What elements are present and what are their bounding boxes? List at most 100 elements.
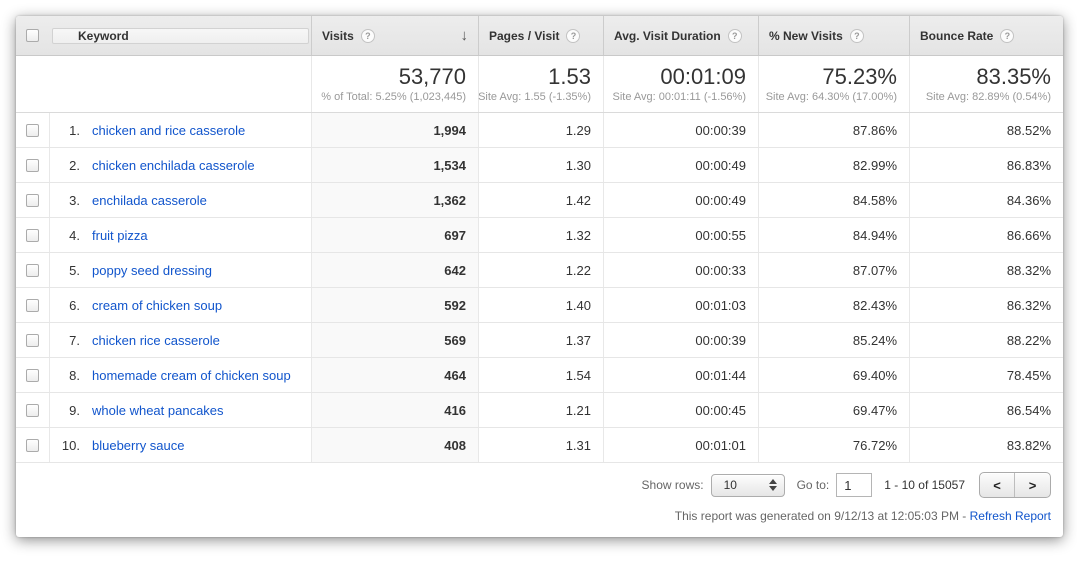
keyword-header-cell: Keyword xyxy=(49,16,311,55)
show-rows-select[interactable]: 10 xyxy=(711,474,785,497)
avg-visit-duration-cell: 00:00:45 xyxy=(603,393,758,427)
goto-page-input[interactable] xyxy=(836,473,872,497)
summary-keyword-cell xyxy=(49,56,311,112)
bounce-rate-cell: 88.32% xyxy=(909,253,1063,287)
row-checkbox[interactable] xyxy=(26,439,39,452)
show-rows-label: Show rows: xyxy=(642,478,704,492)
row-checkbox[interactable] xyxy=(26,194,39,207)
visits-cell: 569 xyxy=(311,323,478,357)
table-row: 2. chicken enchilada casserole 1,534 1.3… xyxy=(16,148,1063,183)
keyword-link[interactable]: whole wheat pancakes xyxy=(92,403,224,418)
help-icon[interactable]: ? xyxy=(728,29,742,43)
keyword-cell: 8. homemade cream of chicken soup xyxy=(49,358,311,392)
new-visits-cell: 82.43% xyxy=(758,288,909,322)
avg-visit-duration-cell: 00:00:49 xyxy=(603,148,758,182)
row-checkbox-cell xyxy=(16,113,49,147)
table-header-row: Keyword Visits ? ↓ Pages / Visit ? Avg. … xyxy=(16,16,1063,56)
help-icon[interactable]: ? xyxy=(1000,29,1014,43)
row-checkbox[interactable] xyxy=(26,334,39,347)
bounce-rate-cell: 88.52% xyxy=(909,113,1063,147)
report-generated-text: This report was generated on 9/12/13 at … xyxy=(675,509,967,523)
refresh-report-link[interactable]: Refresh Report xyxy=(970,509,1051,523)
new-visits-cell: 76.72% xyxy=(758,428,909,462)
keyword-link[interactable]: fruit pizza xyxy=(92,228,148,243)
new-visits-cell: 87.07% xyxy=(758,253,909,287)
help-icon[interactable]: ? xyxy=(566,29,580,43)
row-checkbox-cell xyxy=(16,323,49,357)
visits-cell: 1,362 xyxy=(311,183,478,217)
table-row: 1. chicken and rice casserole 1,994 1.29… xyxy=(16,113,1063,148)
avg-visit-duration-cell: 00:00:39 xyxy=(603,323,758,357)
keyword-link[interactable]: cream of chicken soup xyxy=(92,298,222,313)
table-row: 10. blueberry sauce 408 1.31 00:01:01 76… xyxy=(16,428,1063,463)
previous-page-button[interactable]: < xyxy=(980,473,1015,497)
row-checkbox[interactable] xyxy=(26,299,39,312)
row-checkbox[interactable] xyxy=(26,369,39,382)
bounce-rate-cell: 86.66% xyxy=(909,218,1063,252)
keyword-link[interactable]: enchilada casserole xyxy=(92,193,207,208)
chevron-up-down-icon xyxy=(769,479,777,491)
keyword-cell: 10. blueberry sauce xyxy=(49,428,311,462)
bounce-rate-cell: 78.45% xyxy=(909,358,1063,392)
next-page-button[interactable]: > xyxy=(1015,473,1050,497)
help-icon[interactable]: ? xyxy=(850,29,864,43)
row-index: 7. xyxy=(50,333,80,348)
keyword-link[interactable]: homemade cream of chicken soup xyxy=(92,368,291,383)
row-index: 6. xyxy=(50,298,80,313)
avg-visit-duration-cell: 00:01:01 xyxy=(603,428,758,462)
visits-header-label: Visits xyxy=(322,29,354,43)
row-index: 8. xyxy=(50,368,80,383)
summary-visits-cell: 53,770 % of Total: 5.25% (1,023,445) xyxy=(311,56,478,112)
bounce-rate-cell: 84.36% xyxy=(909,183,1063,217)
pages-header-label: Pages / Visit xyxy=(489,29,559,43)
summary-pages-subtext: Site Avg: 1.55 (-1.35%) xyxy=(478,91,591,103)
new-visits-header-label: % New Visits xyxy=(769,29,843,43)
keyword-link[interactable]: blueberry sauce xyxy=(92,438,185,453)
row-index: 1. xyxy=(50,123,80,138)
keyword-link[interactable]: chicken enchilada casserole xyxy=(92,158,255,173)
row-checkbox[interactable] xyxy=(26,404,39,417)
column-header-new-visits[interactable]: % New Visits ? xyxy=(758,16,909,55)
pages-per-visit-cell: 1.32 xyxy=(478,218,603,252)
sort-descending-icon[interactable]: ↓ xyxy=(461,27,469,44)
select-all-checkbox[interactable] xyxy=(26,29,39,42)
help-icon[interactable]: ? xyxy=(361,29,375,43)
row-checkbox-cell xyxy=(16,148,49,182)
summary-duration-subtext: Site Avg: 00:01:11 (-1.56%) xyxy=(612,91,746,103)
new-visits-cell: 85.24% xyxy=(758,323,909,357)
column-header-bounce-rate[interactable]: Bounce Rate ? xyxy=(909,16,1063,55)
column-header-keyword[interactable]: Keyword xyxy=(52,28,309,44)
visits-cell: 464 xyxy=(311,358,478,392)
keyword-link[interactable]: poppy seed dressing xyxy=(92,263,212,278)
bounce-rate-cell: 86.54% xyxy=(909,393,1063,427)
avg-visit-duration-cell: 00:00:49 xyxy=(603,183,758,217)
column-header-pages-per-visit[interactable]: Pages / Visit ? xyxy=(478,16,603,55)
row-checkbox-cell xyxy=(16,218,49,252)
column-header-visits[interactable]: Visits ? ↓ xyxy=(311,16,478,55)
keyword-cell: 4. fruit pizza xyxy=(49,218,311,252)
pages-per-visit-cell: 1.40 xyxy=(478,288,603,322)
keyword-link[interactable]: chicken rice casserole xyxy=(92,333,220,348)
row-checkbox[interactable] xyxy=(26,159,39,172)
column-header-avg-visit-duration[interactable]: Avg. Visit Duration ? xyxy=(603,16,758,55)
pages-per-visit-cell: 1.54 xyxy=(478,358,603,392)
summary-duration-value: 00:01:09 xyxy=(660,65,746,89)
visits-cell: 642 xyxy=(311,253,478,287)
avg-visit-duration-cell: 00:01:44 xyxy=(603,358,758,392)
new-visits-cell: 82.99% xyxy=(758,148,909,182)
new-visits-cell: 69.47% xyxy=(758,393,909,427)
keyword-link[interactable]: chicken and rice casserole xyxy=(92,123,245,138)
duration-header-label: Avg. Visit Duration xyxy=(614,29,721,43)
visits-cell: 1,994 xyxy=(311,113,478,147)
row-checkbox[interactable] xyxy=(26,124,39,137)
summary-new-visits-value: 75.23% xyxy=(822,65,897,89)
bounce-rate-cell: 88.22% xyxy=(909,323,1063,357)
row-checkbox-cell xyxy=(16,393,49,427)
new-visits-cell: 87.86% xyxy=(758,113,909,147)
table-row: 7. chicken rice casserole 569 1.37 00:00… xyxy=(16,323,1063,358)
row-checkbox-cell xyxy=(16,358,49,392)
row-checkbox[interactable] xyxy=(26,229,39,242)
visits-cell: 416 xyxy=(311,393,478,427)
row-checkbox[interactable] xyxy=(26,264,39,277)
new-visits-cell: 84.58% xyxy=(758,183,909,217)
